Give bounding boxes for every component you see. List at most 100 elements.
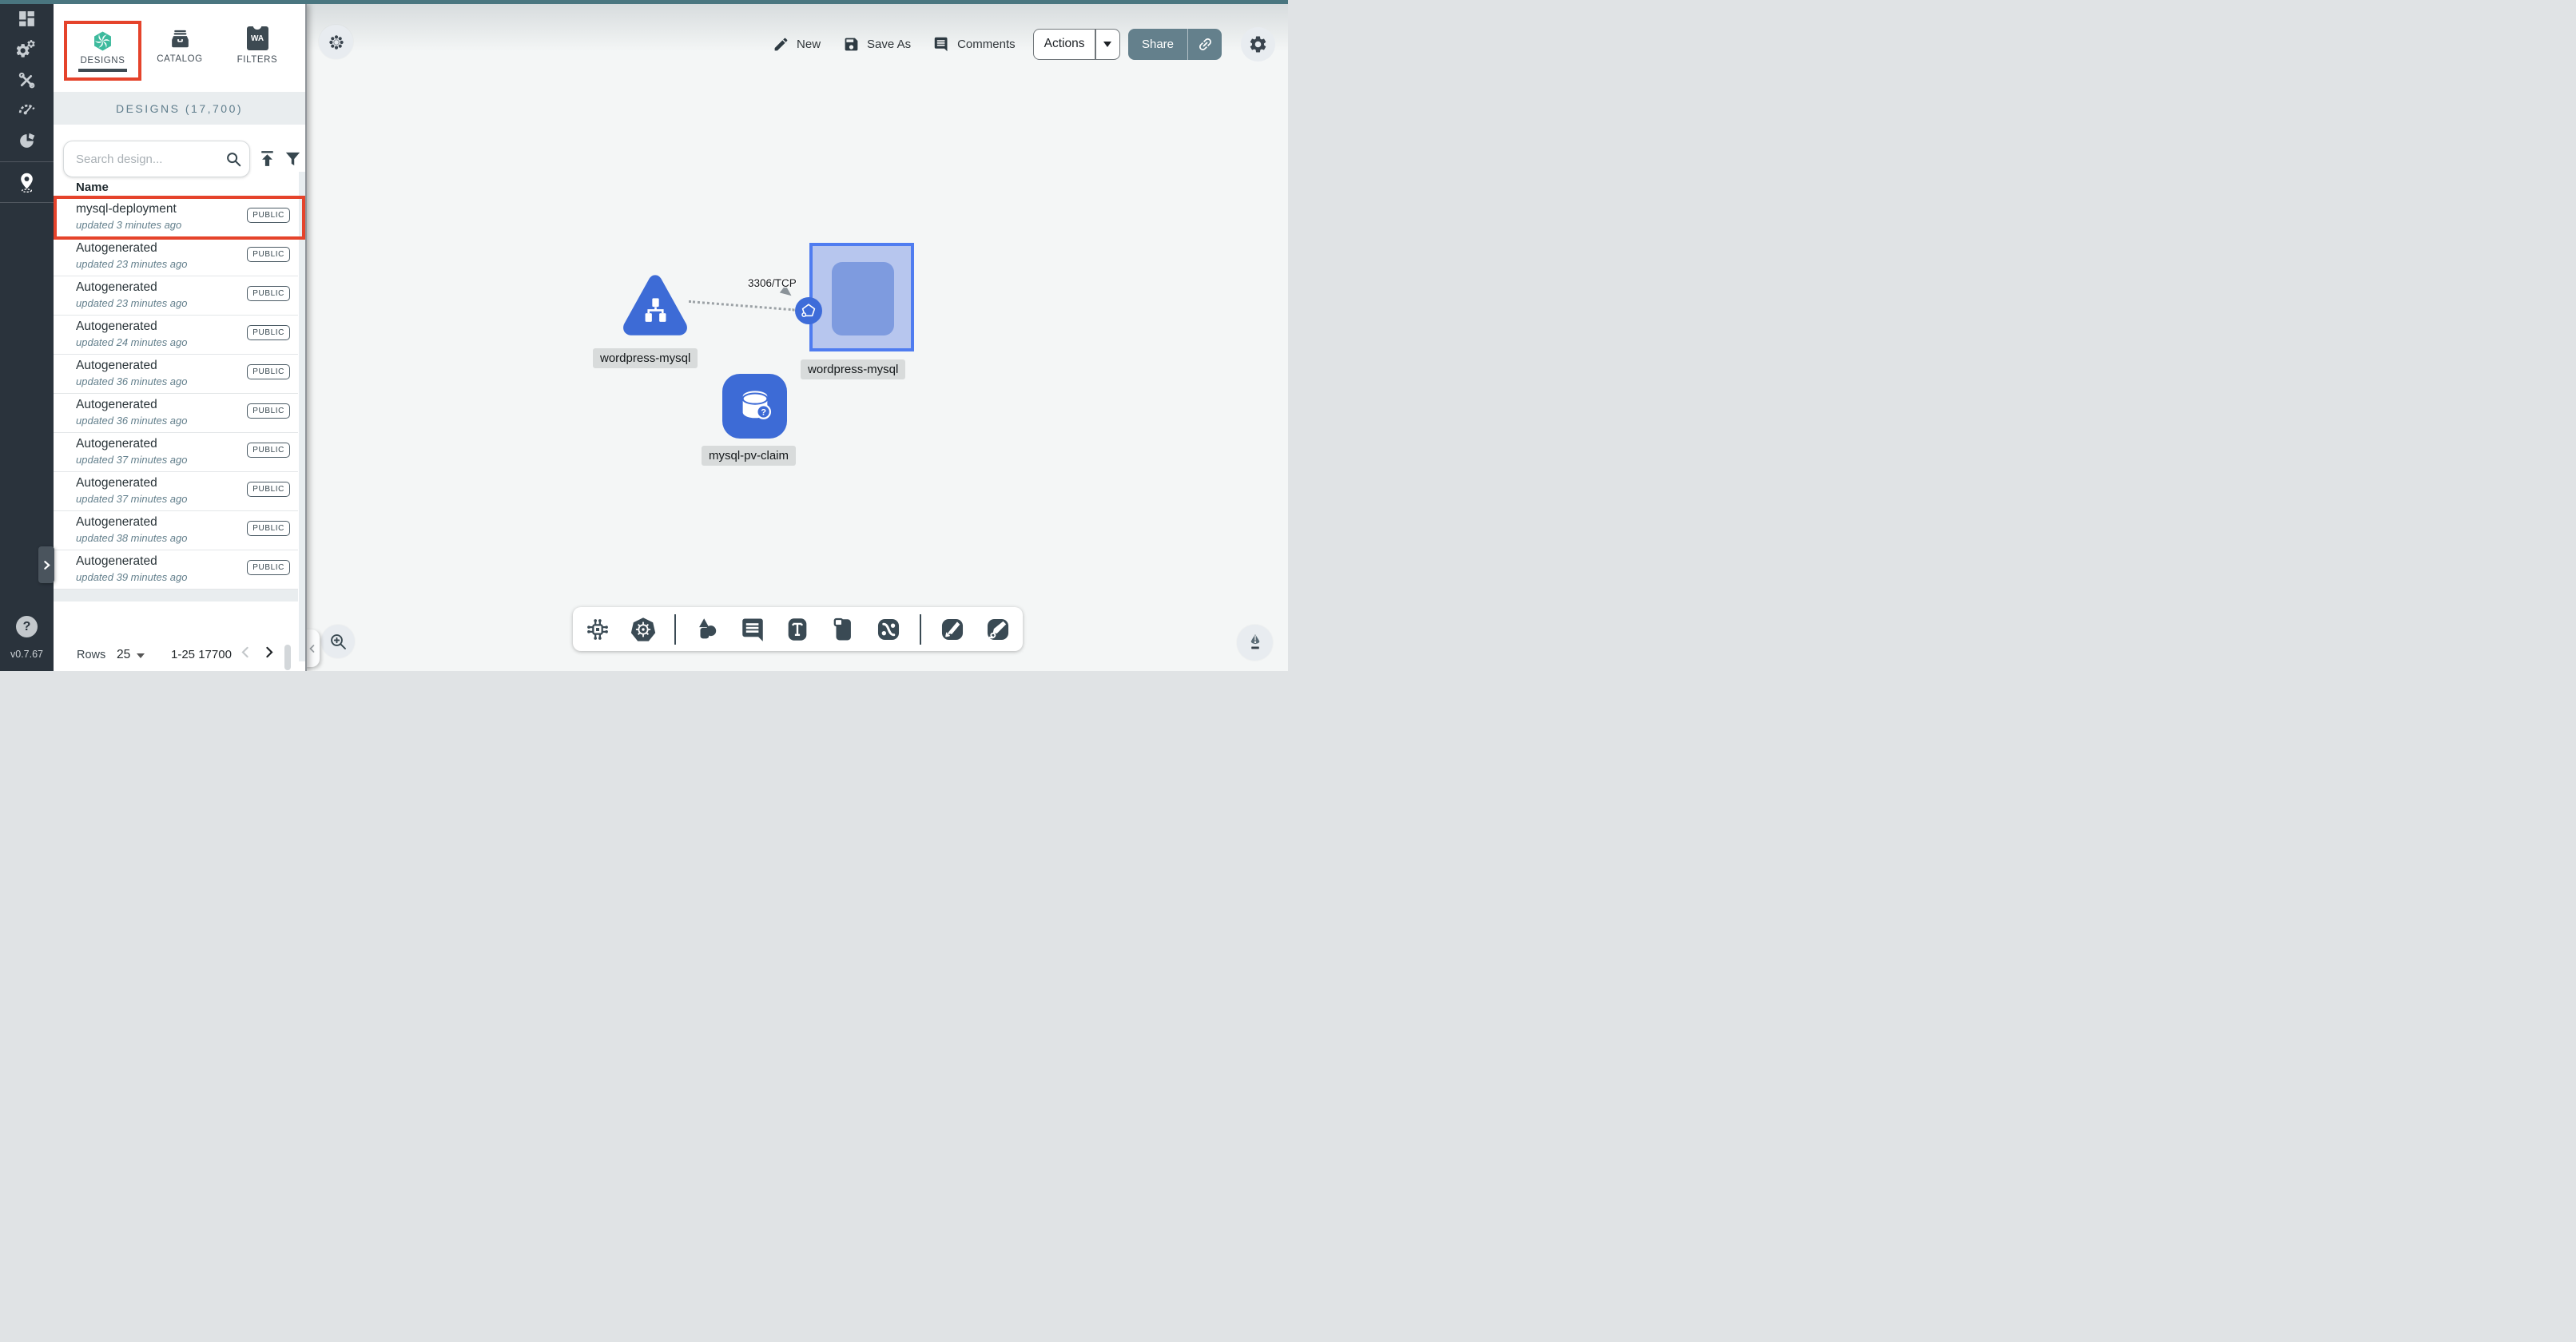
pagination: Rows 25 1-25 17700 bbox=[54, 643, 305, 669]
location-pin-icon bbox=[16, 172, 38, 193]
kubernetes-icon bbox=[630, 616, 657, 643]
sidebar-item-dashboard[interactable] bbox=[0, 9, 54, 29]
sidebar-item-kanvas[interactable] bbox=[0, 172, 54, 193]
active-tab-underline bbox=[78, 69, 127, 72]
sidebar-item-performance[interactable] bbox=[0, 98, 54, 118]
canvas-tool-dock bbox=[573, 607, 1023, 651]
design-row[interactable]: Autogenerated updated 37 minutes ago PUB… bbox=[54, 433, 298, 472]
tab-designs-label: DESIGNS bbox=[81, 56, 125, 66]
list-end-band bbox=[54, 590, 298, 602]
design-row[interactable]: Autogenerated updated 36 minutes ago PUB… bbox=[54, 355, 298, 394]
gears-icon bbox=[17, 40, 37, 60]
sidebar-item-extensions[interactable] bbox=[0, 131, 54, 151]
visibility-badge: PUBLIC bbox=[247, 521, 290, 536]
comments-button[interactable]: Comments bbox=[933, 36, 1016, 53]
share-label: Share bbox=[1128, 38, 1187, 51]
search-input[interactable] bbox=[63, 141, 250, 177]
actions-dropdown-button[interactable] bbox=[1096, 42, 1119, 47]
archive-catalog-icon bbox=[169, 28, 191, 50]
filter-funnel-icon[interactable] bbox=[284, 149, 302, 168]
gear-icon bbox=[1248, 34, 1268, 54]
search-box bbox=[63, 141, 250, 177]
next-page-button[interactable] bbox=[262, 645, 281, 665]
tool-freehand-draw[interactable] bbox=[984, 616, 1012, 643]
toolbar-divider bbox=[674, 614, 675, 645]
wasm-filters-icon: WA bbox=[247, 26, 268, 50]
zoom-in-button[interactable] bbox=[321, 625, 355, 658]
scalpel-icon bbox=[939, 616, 966, 643]
speedometer-icon bbox=[17, 98, 37, 118]
node-kubernetes-deployment-selected[interactable] bbox=[809, 243, 914, 351]
tool-note[interactable] bbox=[829, 616, 857, 643]
design-row[interactable]: Autogenerated updated 37 minutes ago PUB… bbox=[54, 472, 298, 511]
design-canvas[interactable]: New Save As Comments Actions bbox=[307, 4, 1288, 671]
tool-text[interactable] bbox=[784, 616, 811, 643]
chevron-right-icon bbox=[42, 560, 52, 570]
sidebar-item-lifecycle[interactable] bbox=[0, 40, 54, 60]
search-icon[interactable] bbox=[225, 150, 242, 168]
tool-shapes[interactable] bbox=[694, 616, 721, 643]
visibility-badge: PUBLIC bbox=[247, 286, 290, 301]
chevron-left-icon bbox=[239, 645, 252, 659]
column-header-name: Name bbox=[76, 181, 109, 194]
node-label-pvc: mysql-pv-claim bbox=[702, 446, 796, 466]
edge-service-to-deployment[interactable] bbox=[689, 300, 795, 311]
canvas-options-button[interactable] bbox=[319, 25, 353, 59]
design-row[interactable]: Autogenerated updated 24 minutes ago PUB… bbox=[54, 316, 298, 355]
tab-designs[interactable]: DESIGNS bbox=[64, 21, 141, 81]
settings-button[interactable] bbox=[1241, 27, 1275, 62]
pie-extensions-icon bbox=[17, 131, 37, 151]
save-as-button[interactable]: Save As bbox=[843, 36, 911, 53]
design-row[interactable]: mysql-deployment updated 3 minutes ago P… bbox=[54, 198, 298, 237]
sidebar-item-configuration[interactable] bbox=[0, 70, 54, 90]
visibility-badge: PUBLIC bbox=[247, 443, 290, 458]
tool-relationship[interactable] bbox=[875, 616, 902, 643]
designs-list: mysql-deployment updated 3 minutes ago P… bbox=[54, 198, 298, 590]
panel-scrollbar[interactable] bbox=[299, 172, 305, 661]
tool-kubernetes[interactable] bbox=[630, 616, 657, 643]
design-row[interactable]: Autogenerated updated 23 minutes ago PUB… bbox=[54, 276, 298, 316]
top-accent-strip bbox=[0, 0, 1288, 4]
page-range: 1-25 17700 bbox=[171, 648, 232, 661]
design-mode-button[interactable] bbox=[1237, 625, 1273, 661]
chevron-right-icon bbox=[262, 645, 276, 659]
tool-split[interactable] bbox=[939, 616, 966, 643]
design-row[interactable]: Autogenerated updated 23 minutes ago PUB… bbox=[54, 237, 298, 276]
tool-component-explorer[interactable] bbox=[584, 616, 611, 643]
deployment-inner-shape bbox=[832, 262, 894, 336]
design-row[interactable]: Autogenerated updated 39 minutes ago PUB… bbox=[54, 550, 298, 590]
new-design-button[interactable]: New bbox=[773, 36, 821, 53]
help-button[interactable]: ? bbox=[16, 616, 38, 637]
visibility-badge: PUBLIC bbox=[247, 364, 290, 379]
caret-down-icon bbox=[1103, 42, 1111, 47]
unknown-status-glyph: ? bbox=[761, 407, 766, 417]
app-version: v0.7.67 bbox=[0, 649, 54, 660]
design-row[interactable]: Autogenerated updated 36 minutes ago PUB… bbox=[54, 394, 298, 433]
publish-upload-icon[interactable] bbox=[257, 149, 277, 169]
design-row[interactable]: Autogenerated updated 38 minutes ago PUB… bbox=[54, 511, 298, 550]
node-label-deployment: wordpress-mysql bbox=[801, 359, 905, 379]
rows-per-page-select[interactable]: 25 bbox=[117, 648, 130, 662]
comment-icon bbox=[739, 616, 766, 643]
tab-catalog[interactable]: CATALOG bbox=[156, 28, 204, 64]
share-button[interactable]: Share bbox=[1128, 29, 1222, 60]
actions-button[interactable]: Actions bbox=[1033, 29, 1120, 60]
dot-circle-icon bbox=[327, 33, 346, 52]
dashboard-icon bbox=[17, 9, 37, 29]
node-persistent-volume-claim[interactable]: ? bbox=[722, 374, 787, 439]
visibility-badge: PUBLIC bbox=[247, 403, 290, 419]
comment-icon bbox=[933, 36, 950, 53]
tool-comment[interactable] bbox=[739, 616, 766, 643]
prev-page-button[interactable] bbox=[239, 645, 258, 665]
note-shape-icon bbox=[829, 616, 857, 643]
text-tool-icon bbox=[784, 616, 811, 643]
chevron-down-icon[interactable] bbox=[137, 653, 145, 658]
visibility-badge: PUBLIC bbox=[247, 247, 290, 262]
sidebar-expand-handle[interactable] bbox=[38, 546, 54, 583]
sidebar-divider bbox=[0, 202, 54, 203]
copy-link-button[interactable] bbox=[1188, 36, 1222, 53]
link-icon bbox=[1197, 36, 1214, 53]
tab-filters[interactable]: WA FILTERS bbox=[233, 26, 281, 65]
port-endpoint[interactable] bbox=[794, 296, 823, 325]
node-kubernetes-service[interactable] bbox=[618, 271, 692, 341]
